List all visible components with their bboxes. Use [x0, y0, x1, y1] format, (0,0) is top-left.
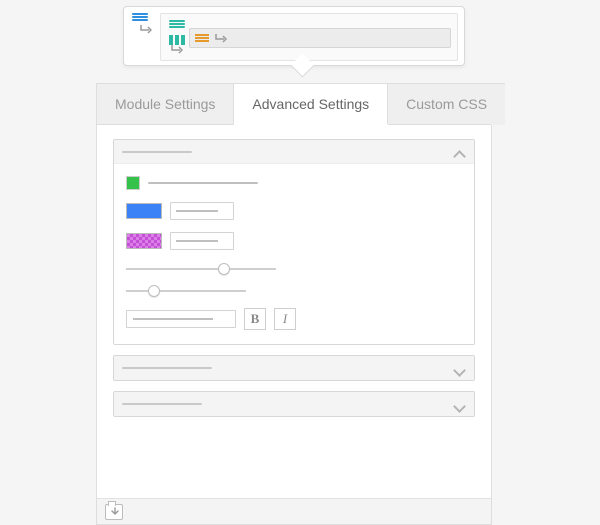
section-title-placeholder	[122, 403, 202, 405]
chevron-down-icon	[452, 397, 466, 411]
preview-module-bar[interactable]	[189, 28, 451, 48]
settings-section-2	[113, 391, 475, 417]
row-icon	[169, 20, 185, 32]
column-icon	[169, 33, 185, 45]
save-icon[interactable]	[105, 504, 123, 520]
settings-section-1	[113, 355, 475, 381]
row-sub-icon	[140, 24, 156, 36]
option-color-magenta-row	[126, 232, 462, 250]
option-label	[148, 182, 258, 184]
settings-section-0: B I	[113, 139, 475, 345]
slider-2[interactable]	[126, 284, 246, 298]
module-icon	[195, 33, 209, 43]
tab-module-settings[interactable]: Module Settings	[97, 83, 234, 125]
module-sub-icon	[171, 44, 187, 56]
color-field-blue[interactable]	[170, 202, 234, 220]
tab-advanced-settings[interactable]: Advanced Settings	[234, 83, 388, 125]
preview-row-column	[165, 18, 185, 56]
option-color-blue-row	[126, 202, 462, 220]
section-header-1[interactable]	[114, 356, 474, 380]
text-input[interactable]	[126, 310, 236, 328]
tab-custom-css[interactable]: Custom CSS	[388, 83, 505, 125]
chevron-down-icon	[452, 361, 466, 375]
preview-row-container	[160, 13, 458, 61]
module-sub-icon	[215, 33, 227, 43]
option-swatch-row	[126, 176, 462, 190]
section-body-0: B I	[114, 164, 474, 344]
structure-preview-popover	[123, 6, 465, 66]
section-header-2[interactable]	[114, 392, 474, 416]
panel-body: B I	[97, 125, 491, 498]
panel-footer	[97, 498, 491, 524]
settings-panel: Module Settings Advanced Settings Custom…	[96, 83, 492, 525]
color-box-magenta[interactable]	[126, 233, 162, 249]
tabs: Module Settings Advanced Settings Custom…	[97, 83, 491, 125]
section-title-placeholder	[122, 151, 192, 153]
slider-1[interactable]	[126, 262, 276, 276]
chevron-up-icon	[452, 145, 466, 159]
preview-section-column	[128, 11, 154, 36]
section-title-placeholder	[122, 367, 212, 369]
color-box-blue[interactable]	[126, 203, 162, 219]
text-format-row: B I	[126, 308, 462, 330]
color-swatch-green[interactable]	[126, 176, 140, 190]
color-field-magenta[interactable]	[170, 232, 234, 250]
italic-button[interactable]: I	[274, 308, 296, 330]
bold-button[interactable]: B	[244, 308, 266, 330]
section-header-0[interactable]	[114, 140, 474, 164]
